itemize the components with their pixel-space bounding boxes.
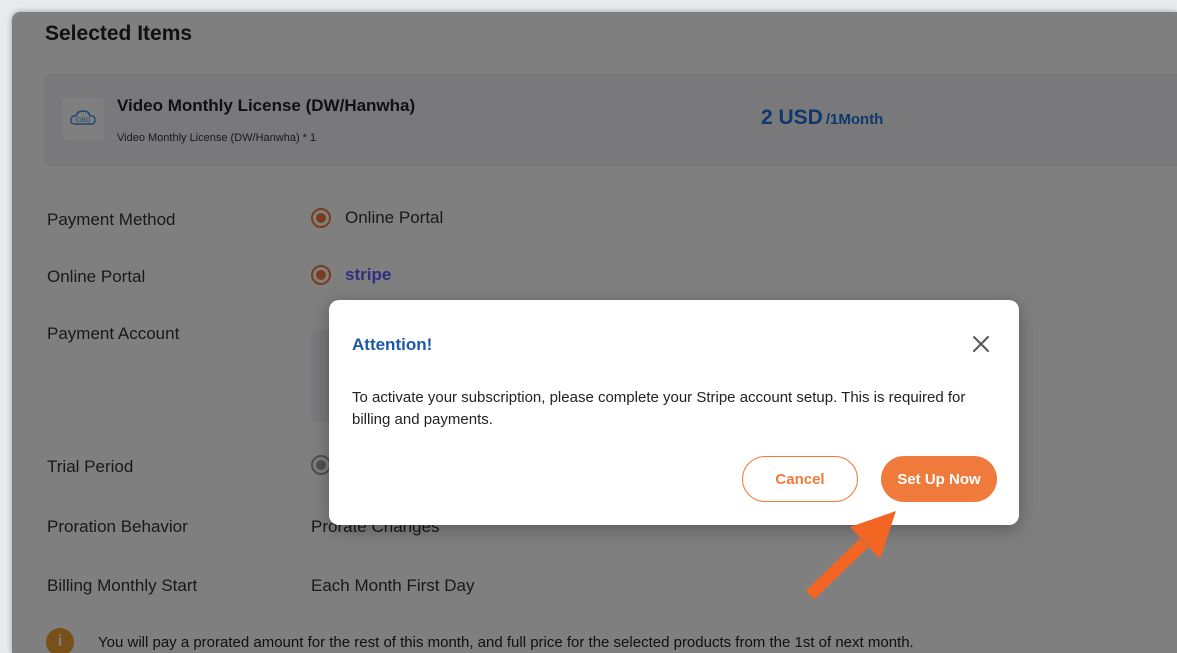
dialog-message: To activate your subscription, please co… [352,389,966,428]
dialog-title: Attention! [352,335,433,354]
annotation-arrow-icon [805,511,896,600]
set-up-now-button[interactable]: Set Up Now [881,456,997,502]
app-frame: Selected Items CIBO Video Monthly Licens… [12,12,1177,653]
cancel-button[interactable]: Cancel [742,456,858,502]
close-icon[interactable] [965,328,997,360]
attention-dialog: Attention! To activate your subscription… [329,300,1019,525]
